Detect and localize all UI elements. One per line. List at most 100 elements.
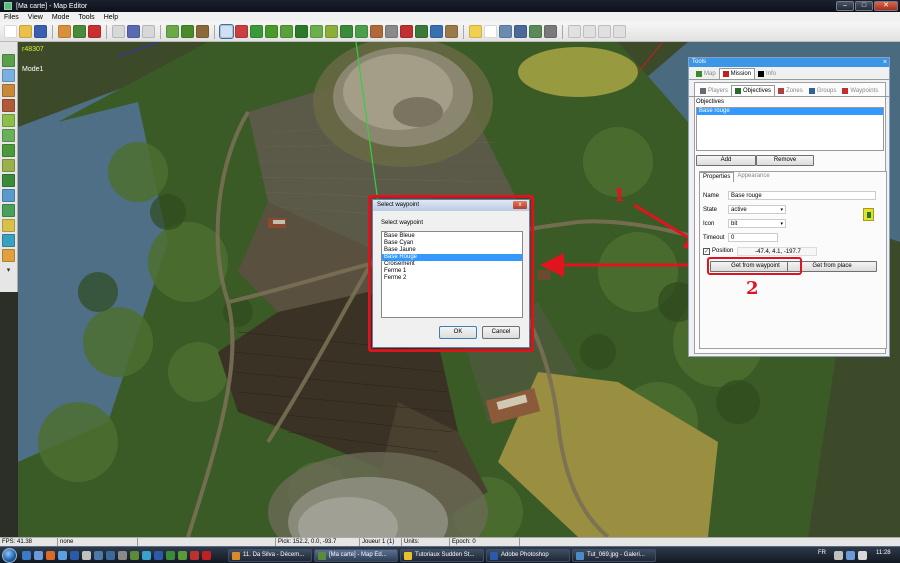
tab-groups[interactable]: Groups <box>806 86 840 96</box>
select-waypoint-dialog: Select waypoint x Select waypoint Base B… <box>372 199 530 348</box>
media-icon[interactable] <box>46 551 55 560</box>
start-button[interactable] <box>2 548 17 563</box>
timeout-field[interactable]: 0 <box>728 233 778 242</box>
tab-label: Waypoints <box>850 87 879 94</box>
ie-icon[interactable] <box>22 551 31 560</box>
task-label: Adobe Photoshop <box>501 552 549 558</box>
volume-icon[interactable] <box>858 551 867 560</box>
chevron-down-icon: ▾ <box>780 207 783 213</box>
list-item[interactable]: Base Cyan <box>382 240 522 247</box>
icon-select[interactable]: bit ▾ <box>728 219 786 228</box>
quick-launch-icon[interactable] <box>70 551 79 560</box>
mission-subtabs: Players Objectives Zones Groups Waypoint… <box>689 85 889 97</box>
task-label: 11. Da Silva - Décem... <box>243 552 305 558</box>
dialog-label: Select waypoint <box>381 220 424 226</box>
music-icon <box>232 552 240 560</box>
tab-properties[interactable]: Properties <box>699 172 735 182</box>
quick-launch-icon[interactable] <box>178 551 187 560</box>
icon-label: Icon <box>703 221 715 227</box>
cancel-button[interactable]: Cancel <box>482 326 520 339</box>
tab-zones[interactable]: Zones <box>775 86 806 96</box>
desktop-icon[interactable] <box>34 551 43 560</box>
task-music[interactable]: 11. Da Silva - Décem... <box>228 549 312 562</box>
remove-button[interactable]: Remove <box>756 155 814 166</box>
task-browser[interactable]: Tutoriaux Sudden St... <box>400 549 484 562</box>
timeout-label: Timeout <box>703 235 725 241</box>
photoshop-icon <box>490 552 498 560</box>
state-label: State <box>703 207 718 213</box>
quick-launch-icon[interactable] <box>118 551 127 560</box>
objective-flag-icon <box>863 208 874 221</box>
task-gallery[interactable]: Tut_069.jpg - Galeri... <box>572 549 656 562</box>
quick-launch-icon[interactable] <box>202 551 211 560</box>
add-button[interactable]: Add <box>696 155 756 166</box>
list-item[interactable]: Croisement <box>382 261 522 268</box>
status-bar: FPS: 41.38 none Pick: 152.2, 0.0, -93.7 … <box>0 537 900 547</box>
tab-label: Groups <box>816 87 837 94</box>
waypoints-icon <box>842 88 849 94</box>
quick-launch-icon[interactable] <box>82 551 91 560</box>
position-label: Position <box>712 248 734 254</box>
folder-icon <box>404 552 412 560</box>
position-checkbox[interactable]: ✓ <box>703 248 710 255</box>
task-label: Tutoriaux Sudden St... <box>415 552 475 558</box>
objectives-list[interactable]: Base rouge <box>696 107 884 151</box>
list-item-selected[interactable]: Base rouge <box>697 108 883 115</box>
info-icon <box>758 71 765 77</box>
quick-launch-icon[interactable] <box>106 551 115 560</box>
tab-label: Mission <box>730 70 752 77</box>
tray-icon[interactable] <box>834 551 843 560</box>
mission-icon <box>722 71 729 77</box>
objectives-icon <box>735 88 742 94</box>
network-icon[interactable] <box>846 551 855 560</box>
clock[interactable]: 11:28 <box>876 550 891 556</box>
map-editor-icon <box>318 552 326 560</box>
quick-launch-icon[interactable] <box>58 551 67 560</box>
quick-launch-icon[interactable] <box>130 551 139 560</box>
name-label: Name <box>703 193 720 199</box>
quick-launch-icon[interactable] <box>142 551 151 560</box>
properties-tabs: Properties Appearance <box>699 172 773 182</box>
language-indicator[interactable]: FR <box>818 550 826 556</box>
tab-appearance[interactable]: Appearance <box>734 172 772 182</box>
taskbar: 11. Da Silva - Décem... [Ma carte] - Map… <box>0 546 900 563</box>
tools-title: Tools <box>692 59 707 65</box>
tools-tabs: Map Mission Info <box>689 68 889 80</box>
objectives-label: Objectives <box>696 99 725 105</box>
list-item[interactable]: Base Bleue <box>382 233 522 240</box>
list-item[interactable]: Base Jaune <box>382 247 522 254</box>
tab-map[interactable]: Map <box>693 69 719 79</box>
list-item[interactable]: Ferme 1 <box>382 268 522 275</box>
gallery-icon <box>576 552 584 560</box>
tab-label: Info <box>766 70 777 77</box>
state-select[interactable]: active ▾ <box>728 205 786 214</box>
ok-button[interactable]: OK <box>439 326 477 339</box>
quick-launch-icon[interactable] <box>190 551 199 560</box>
task-label: [Ma carte] - Map Ed... <box>329 552 387 558</box>
tab-label: Objectives <box>743 87 772 94</box>
quick-launch-icon[interactable] <box>94 551 103 560</box>
name-field[interactable]: Base rouge <box>728 191 876 200</box>
tab-label: Players <box>708 87 729 94</box>
list-item-selected[interactable]: Base Rouge <box>382 254 522 261</box>
tools-title-bar: Tools × <box>689 58 889 67</box>
position-value: -47.4, 4.1, -197.7 <box>737 247 817 256</box>
tab-waypoints[interactable]: Waypoints <box>839 86 881 96</box>
task-photoshop[interactable]: Adobe Photoshop <box>486 549 570 562</box>
waypoint-list[interactable]: Base Bleue Base Cyan Base Jaune Base Rou… <box>381 231 523 318</box>
chevron-down-icon: ▾ <box>780 221 783 227</box>
dialog-title: Select waypoint <box>377 202 420 208</box>
tab-players[interactable]: Players <box>697 86 731 96</box>
task-map-editor[interactable]: [Ma carte] - Map Ed... <box>314 549 398 562</box>
tab-label: Map <box>704 70 716 77</box>
task-label: Tut_069.jpg - Galeri... <box>587 552 645 558</box>
tools-close-button[interactable]: × <box>883 58 887 67</box>
quick-launch-icon[interactable] <box>166 551 175 560</box>
list-item[interactable]: Ferme 2 <box>382 275 522 282</box>
dialog-close-button[interactable]: x <box>513 201 527 209</box>
tab-mission[interactable]: Mission <box>718 68 756 79</box>
tab-objectives[interactable]: Objectives <box>731 85 776 96</box>
quick-launch-icon[interactable] <box>154 551 163 560</box>
zones-icon <box>778 88 785 94</box>
tab-info[interactable]: Info <box>755 69 779 79</box>
